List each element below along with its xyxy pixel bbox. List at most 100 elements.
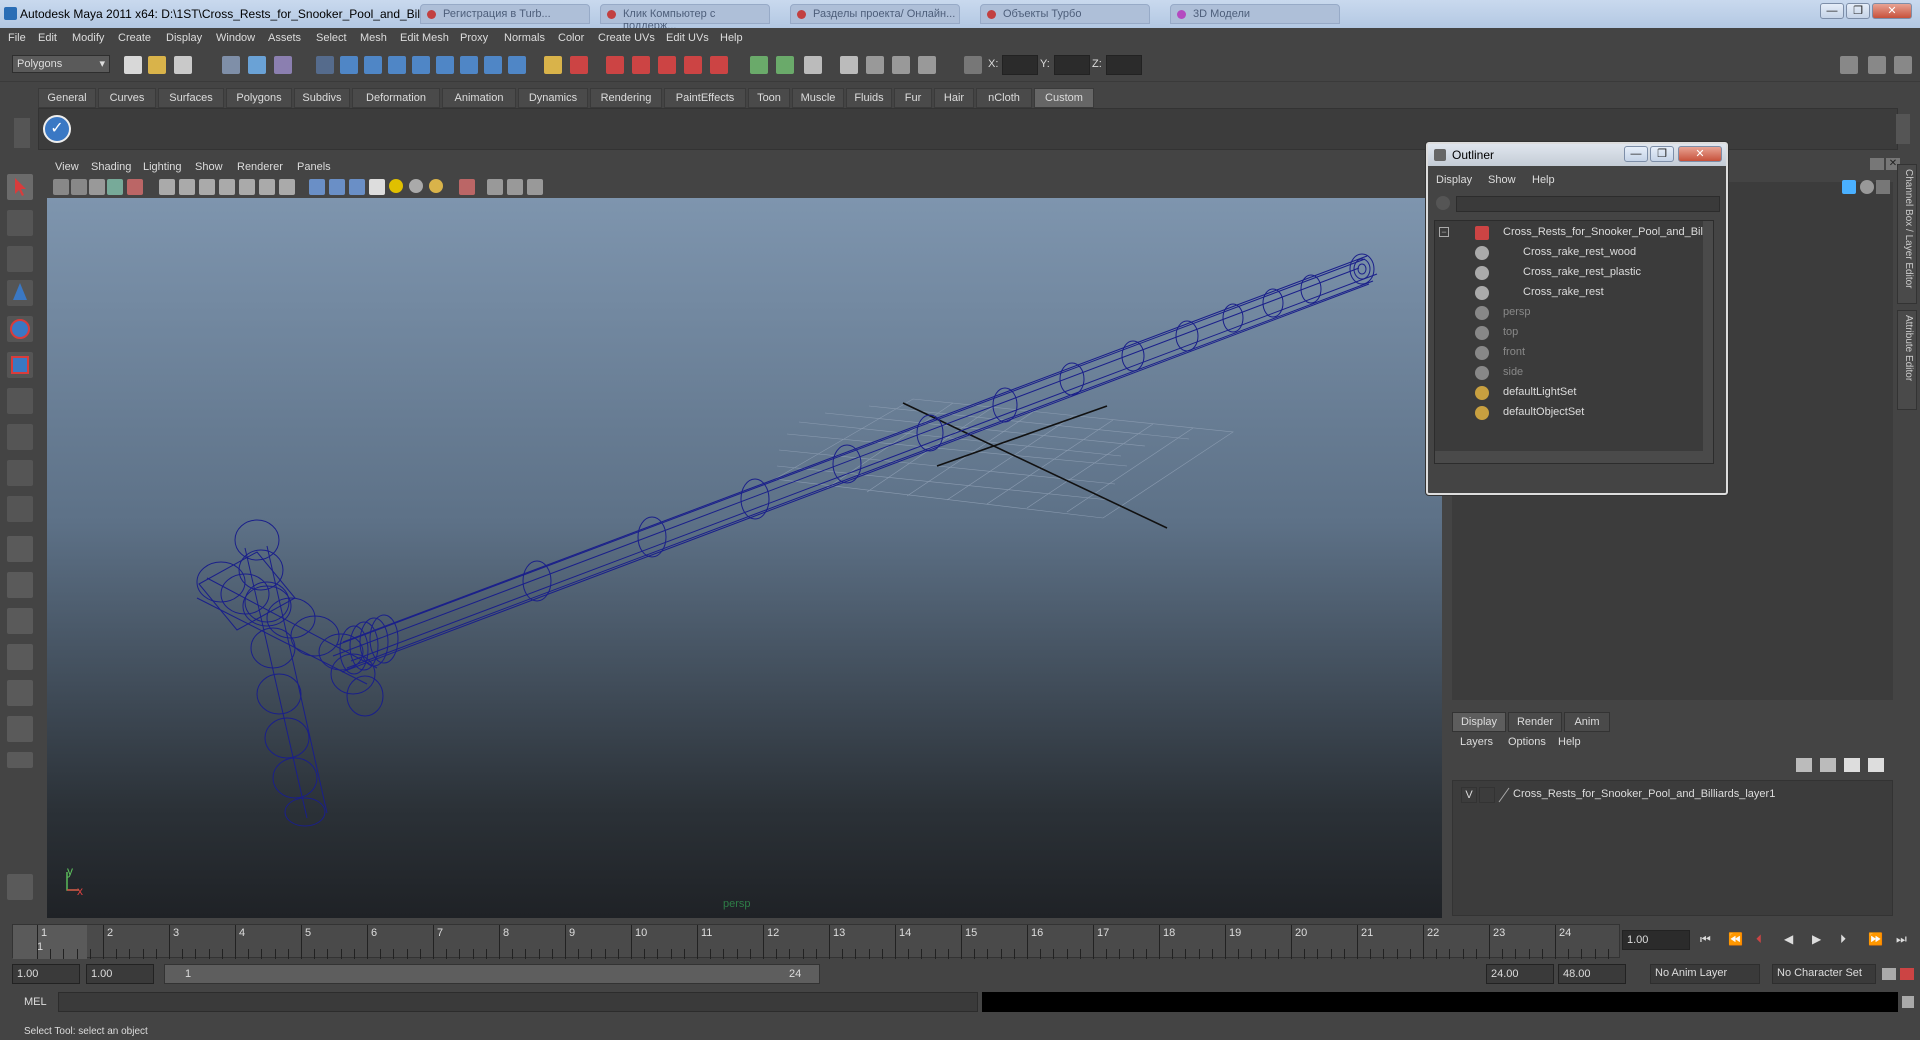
render-settings-icon[interactable] — [918, 56, 936, 74]
outliner-item[interactable]: Cross_rake_rest_wood — [1435, 243, 1705, 263]
outliner-horizontal-scrollbar[interactable] — [1435, 451, 1713, 463]
outliner-menu-show[interactable]: Show — [1488, 174, 1516, 186]
layout-more-icon[interactable] — [7, 752, 33, 768]
shelf-tab-hair[interactable]: Hair — [934, 88, 974, 108]
transform-field-icon[interactable] — [964, 56, 982, 74]
toggle-tool-settings-icon[interactable] — [1894, 56, 1912, 74]
layer-menu-options[interactable]: Options — [1508, 736, 1546, 748]
viewport-menu-lighting[interactable]: Lighting — [143, 161, 182, 173]
make-live-icon[interactable] — [710, 56, 728, 74]
browser-tab[interactable]: Регистрация в Turb... — [420, 4, 590, 24]
menu-normals[interactable]: Normals — [504, 32, 545, 44]
playback-end-field[interactable]: 24.00 — [1486, 964, 1554, 984]
bookmark-icon[interactable] — [89, 179, 105, 195]
layer-menu-help[interactable]: Help — [1558, 736, 1581, 748]
select-misc-icon[interactable] — [484, 56, 502, 74]
smooth-shade-icon[interactable] — [329, 179, 345, 195]
scale-tool-icon[interactable] — [7, 352, 33, 378]
go-to-end-icon[interactable]: ⏭ — [1896, 932, 1907, 947]
outliner-item[interactable]: Cross_Rests_for_Snooker_Pool_and_Billiar… — [1435, 223, 1705, 243]
outliner-item[interactable]: top — [1435, 323, 1705, 343]
shelf-tab-painteffects[interactable]: PaintEffects — [664, 88, 746, 108]
outliner-item[interactable]: persp — [1435, 303, 1705, 323]
outliner-vertical-scrollbar[interactable] — [1703, 221, 1713, 451]
select-curves-icon[interactable] — [364, 56, 382, 74]
outliner-item[interactable]: defaultLightSet — [1435, 383, 1705, 403]
outliner-menu-help[interactable]: Help — [1532, 174, 1555, 186]
shelf-tab-general[interactable]: General — [38, 88, 96, 108]
channel-box-layer-editor-tab[interactable]: Channel Box / Layer Editor — [1897, 164, 1917, 304]
outliner-graph-layout-icon[interactable] — [7, 716, 33, 742]
highlight-selection-icon[interactable] — [570, 56, 588, 74]
range-slider[interactable]: 1 24 — [164, 964, 820, 984]
end-time-field[interactable]: 48.00 — [1558, 964, 1626, 984]
grid-icon[interactable] — [159, 179, 175, 195]
outliner-maximize-button[interactable]: ❐ — [1650, 146, 1674, 162]
show-manipulator-icon[interactable] — [7, 460, 33, 486]
channel-icon[interactable] — [1842, 180, 1856, 194]
toggle-panel-icon[interactable] — [1840, 56, 1858, 74]
persp-outliner-layout-icon[interactable] — [7, 608, 33, 634]
high-quality-icon[interactable] — [429, 179, 443, 193]
shelf-tab-muscle[interactable]: Muscle — [792, 88, 844, 108]
outliner-item[interactable]: front — [1435, 343, 1705, 363]
shelf-menu-icon[interactable] — [14, 118, 30, 148]
safe-title-icon[interactable] — [279, 179, 295, 195]
resolution-gate-icon[interactable] — [199, 179, 215, 195]
new-layer-icon[interactable] — [1844, 758, 1860, 772]
menu-window[interactable]: Window — [216, 32, 255, 44]
attribute-editor-tab[interactable]: Attribute Editor — [1897, 310, 1917, 410]
mel-script-icon[interactable] — [7, 874, 33, 900]
menu-help[interactable]: Help — [720, 32, 743, 44]
select-tool-icon[interactable] — [7, 174, 33, 200]
layer-tab-anim[interactable]: Anim — [1564, 712, 1610, 732]
menu-edit[interactable]: Edit — [38, 32, 57, 44]
browser-tab[interactable]: Клик Компьютер с поддерж... — [600, 4, 770, 32]
field-chart-icon[interactable] — [239, 179, 255, 195]
pencil-icon[interactable] — [1876, 180, 1890, 194]
viewport-menu-view[interactable]: View — [55, 161, 79, 173]
play-backwards-icon[interactable]: ◀ — [1784, 932, 1793, 946]
render-current-icon[interactable] — [866, 56, 884, 74]
outliner-item[interactable]: side — [1435, 363, 1705, 383]
new-layer-selected-icon[interactable] — [1868, 758, 1884, 772]
viewport-menu-renderer[interactable]: Renderer — [237, 161, 283, 173]
shelf-scroll-icon[interactable] — [1896, 114, 1910, 144]
film-gate-icon[interactable] — [179, 179, 195, 195]
outliner-menu-display[interactable]: Display — [1436, 174, 1472, 186]
playback-start-field[interactable]: 1.00 — [86, 964, 154, 984]
question-icon[interactable] — [508, 56, 526, 74]
new-scene-icon[interactable] — [124, 56, 142, 74]
soft-mod-tool-icon[interactable] — [7, 424, 33, 450]
select-dynamics-icon[interactable] — [436, 56, 454, 74]
step-back-frame-icon[interactable]: ⏴ — [1756, 932, 1762, 947]
command-language-label[interactable]: MEL — [24, 996, 47, 1008]
save-scene-icon[interactable] — [174, 56, 192, 74]
gate-mask-icon[interactable] — [219, 179, 235, 195]
maximize-button[interactable]: ❐ — [1846, 3, 1870, 19]
hypershade-layout-icon[interactable] — [7, 680, 33, 706]
x-field[interactable] — [1002, 55, 1038, 75]
open-scene-icon[interactable] — [148, 56, 166, 74]
menu-edit-uvs[interactable]: Edit UVs — [666, 32, 709, 44]
menu-file[interactable]: File — [8, 32, 26, 44]
shelf-tab-deformation[interactable]: Deformation — [352, 88, 440, 108]
ipr-render-icon[interactable] — [892, 56, 910, 74]
lasso-tool-icon[interactable] — [7, 210, 33, 236]
safe-action-icon[interactable] — [259, 179, 275, 195]
step-forward-key-icon[interactable]: ⏩ — [1868, 932, 1883, 946]
shelf-tab-animation[interactable]: Animation — [442, 88, 516, 108]
shelf-tab-curves[interactable]: Curves — [98, 88, 156, 108]
select-handles-icon[interactable] — [316, 56, 334, 74]
time-slider[interactable]: 1 1 2 3 4 5 6 7 8 9 10 11 12 13 14 15 16 17 18 19 20 21 22 23 2… — [12, 924, 1620, 959]
shelf-tab-rendering[interactable]: Rendering — [590, 88, 662, 108]
start-time-field[interactable]: 1.00 — [12, 964, 80, 984]
select-by-hierarchy-icon[interactable] — [222, 56, 240, 74]
menu-select[interactable]: Select — [316, 32, 347, 44]
camera-select-icon[interactable] — [53, 179, 69, 195]
two-d-pan-zoom-icon[interactable] — [127, 179, 143, 195]
outliner-close-button[interactable]: ✕ — [1678, 146, 1722, 162]
y-field[interactable] — [1054, 55, 1090, 75]
layer-row[interactable]: V Cross_Rests_for_Snooker_Pool_and_Billi… — [1457, 785, 1887, 805]
command-input[interactable] — [58, 992, 978, 1012]
